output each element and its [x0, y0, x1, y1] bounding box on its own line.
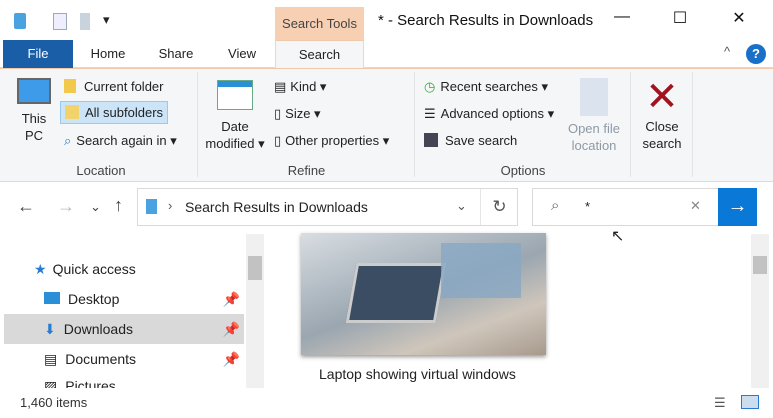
collapse-ribbon-icon[interactable]: ^ [724, 44, 730, 59]
details-view-button[interactable]: ☰ [714, 395, 726, 411]
folder-icon [64, 79, 76, 93]
properties-icon[interactable] [53, 13, 67, 30]
back-button[interactable]: ← [17, 196, 35, 217]
search-globe-icon: ⌕ [64, 133, 72, 148]
properties-doc-icon: ▯ [274, 133, 282, 148]
new-folder-icon[interactable] [80, 13, 90, 30]
size-button[interactable]: ▯ Size ▾ [274, 106, 321, 122]
file-thumbnail[interactable] [301, 233, 546, 355]
other-properties-button[interactable]: ▯ Other properties ▾ [274, 133, 389, 149]
qat-dropdown[interactable]: ▾ [103, 12, 110, 28]
large-icons-view-button[interactable] [741, 395, 759, 409]
recent-searches-button[interactable]: ◷ Recent searches ▾ [424, 79, 548, 95]
save-icon [424, 133, 438, 147]
tab-share[interactable]: Share [148, 40, 204, 68]
tab-search[interactable]: Search [275, 40, 364, 69]
size-icon: ▯ [274, 106, 282, 121]
options-label: Options [500, 163, 546, 178]
search-again-button[interactable]: ⌕ Search again in ▾ [64, 133, 177, 149]
file-caption: Laptop showing virtual windows [319, 366, 516, 382]
computer-icon [17, 78, 51, 104]
app-icon [14, 13, 26, 29]
address-path: Search Results in Downloads [185, 199, 368, 215]
maximize-button[interactable]: ☐ [657, 8, 703, 34]
pin-icon: 📌 [222, 291, 240, 307]
pictures-icon: ▨ [44, 378, 58, 388]
tab-view[interactable]: View [214, 40, 270, 68]
this-pc-button[interactable]: This PC [14, 78, 54, 144]
kind-button[interactable]: ▤ Kind ▾ [274, 79, 326, 95]
star-icon: ★ [34, 261, 47, 277]
recent-icon: ◷ [424, 79, 436, 94]
nav-item-desktop[interactable]: Desktop 📌 [4, 284, 244, 314]
desktop-icon [44, 292, 60, 304]
calendar-icon [217, 80, 253, 110]
refine-label: Refine [287, 163, 326, 178]
open-file-location-button[interactable]: Open file location [563, 78, 625, 154]
subfolders-icon [65, 105, 79, 119]
kind-icon: ▤ [274, 79, 287, 94]
cursor-icon: ↖ [611, 228, 625, 245]
advanced-icon: ☰ [424, 106, 436, 121]
tab-home[interactable]: Home [78, 40, 138, 68]
breadcrumb-chevron: › [168, 198, 173, 213]
date-modified-button[interactable]: Date modified ▾ [203, 80, 267, 152]
clear-search-icon[interactable]: ✕ [690, 198, 701, 214]
search-folder-icon [146, 199, 157, 214]
nav-scrollbar[interactable] [246, 234, 264, 388]
all-subfolders-button[interactable]: All subfolders [60, 101, 169, 124]
recent-locations-button[interactable]: ⌄ [90, 199, 101, 215]
search-input[interactable]: * [585, 199, 590, 214]
minimize-button[interactable]: — [599, 8, 645, 34]
forward-button[interactable]: → [57, 196, 75, 217]
close-x-icon: ✕ [645, 75, 679, 119]
quick-access-item[interactable]: ★ Quick access [34, 259, 136, 279]
advanced-options-button[interactable]: ☰ Advanced options ▾ [424, 106, 554, 122]
open-location-icon [580, 78, 608, 116]
item-count: 1,460 items [20, 395, 88, 410]
nav-item-documents[interactable]: ▤ Documents 📌 [4, 344, 244, 374]
window-title: * - Search Results in Downloads [378, 12, 594, 29]
address-bar[interactable]: › Search Results in Downloads ⌄ ↻ [137, 188, 518, 226]
save-search-button[interactable]: Save search [424, 133, 517, 148]
close-button[interactable]: ✕ [716, 8, 762, 34]
pin-icon: 📌 [222, 321, 240, 337]
help-icon[interactable]: ? [746, 44, 766, 64]
documents-icon: ▤ [44, 351, 58, 367]
nav-item-pictures[interactable]: ▨ Pictures [4, 374, 244, 388]
location-label: Location [76, 163, 126, 178]
search-tools-context-label: Search Tools [275, 7, 364, 40]
current-folder-button[interactable]: Current folder [64, 79, 163, 94]
search-go-button[interactable]: → [718, 188, 757, 226]
pin-icon: 📌 [222, 351, 240, 367]
address-dropdown-icon[interactable]: ⌄ [456, 198, 467, 214]
up-button[interactable]: ↑ [114, 195, 123, 216]
download-icon: ⬇ [44, 321, 56, 337]
content-scrollbar[interactable] [751, 234, 769, 388]
nav-item-downloads[interactable]: ⬇ Downloads 📌 [4, 314, 244, 344]
close-search-button[interactable]: ✕ Close search [634, 76, 690, 152]
search-icon: ⌕ [551, 197, 560, 214]
refresh-button[interactable]: ↻ [480, 189, 518, 225]
tab-file[interactable]: File [3, 40, 73, 68]
